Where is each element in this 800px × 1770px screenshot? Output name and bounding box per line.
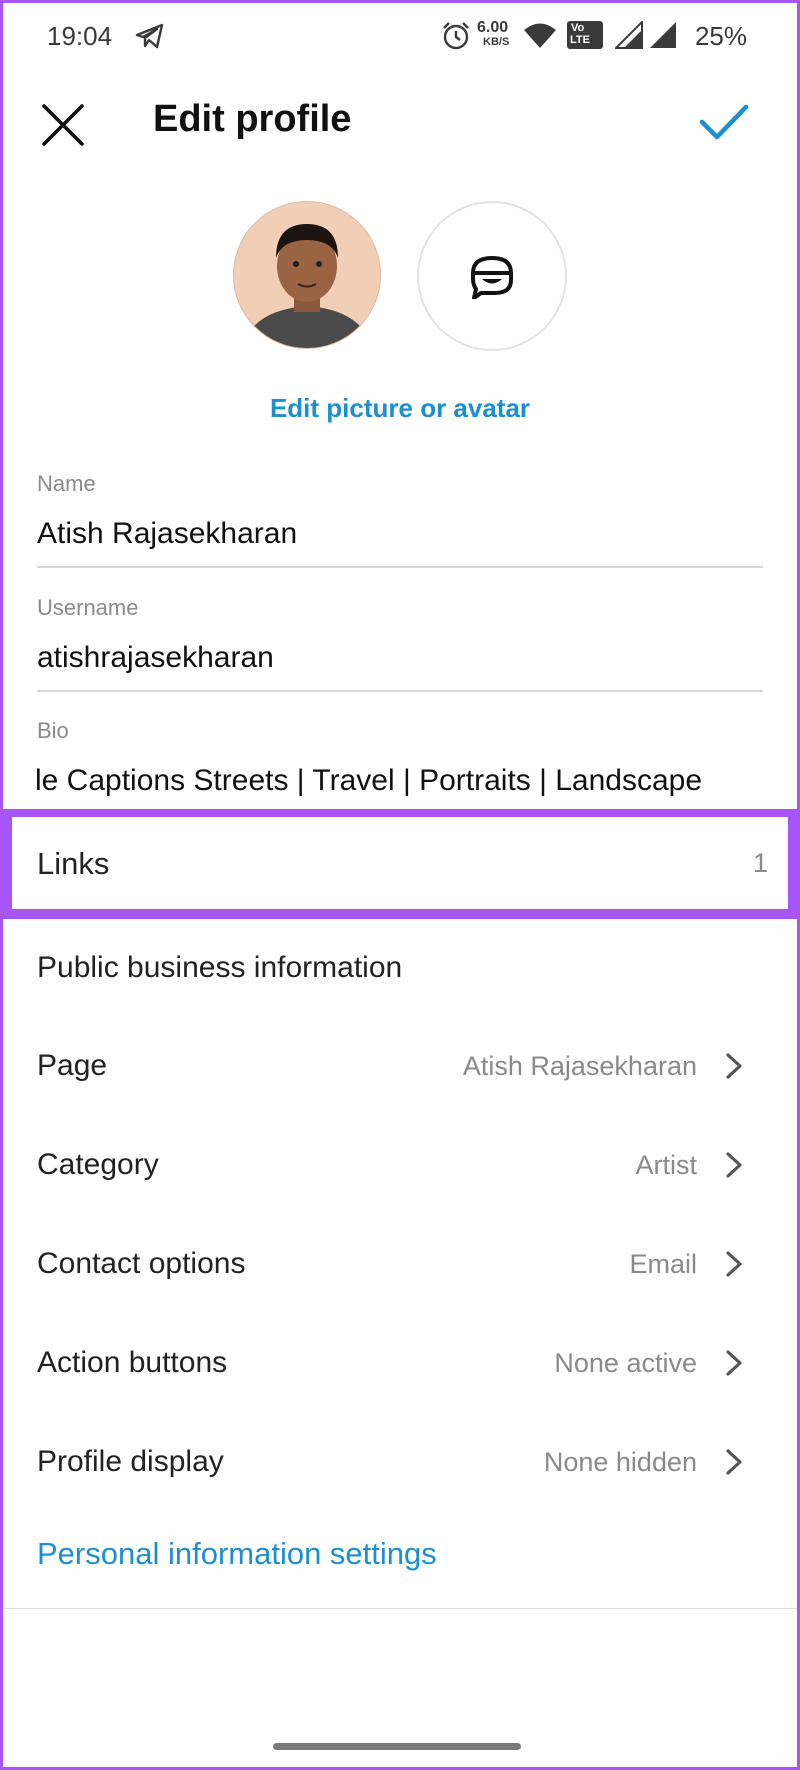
bio-label: Bio (37, 718, 69, 743)
business-row-action-buttons[interactable]: Action buttons None active (3, 1320, 797, 1410)
checkmark-icon[interactable] (699, 103, 749, 141)
status-time: 19:04 (47, 21, 113, 51)
bio-field[interactable]: le Captions Streets | Travel | Portraits… (35, 764, 765, 798)
net-speed-unit: KB/S (483, 36, 510, 48)
row-label: Page (37, 1049, 108, 1082)
signal-1-icon (615, 21, 643, 49)
chevron-right-icon (726, 1350, 742, 1376)
edit-profile-screen: 19:04 6.00 KB/S Vo LTE 25% Edit profile (3, 3, 797, 1767)
chevron-right-icon (726, 1251, 742, 1277)
alarm-icon (443, 22, 469, 50)
divider (3, 1608, 797, 1609)
row-label: Category (37, 1148, 159, 1181)
home-indicator[interactable] (273, 1743, 521, 1750)
wifi-icon (524, 23, 556, 48)
row-label: Contact options (37, 1247, 246, 1280)
username-divider (37, 690, 763, 692)
business-row-profile-display[interactable]: Profile display None hidden (3, 1419, 797, 1509)
chevron-right-icon (726, 1053, 742, 1079)
row-value: None hidden (543, 1447, 697, 1477)
links-count: 1 (752, 848, 768, 878)
row-label: Action buttons (37, 1346, 228, 1379)
profile-photo-image (234, 202, 380, 348)
volte-icon: Vo LTE (567, 21, 603, 49)
page-title: Edit profile (153, 98, 352, 140)
row-value: None active (554, 1348, 697, 1378)
row-value: Artist (635, 1150, 697, 1180)
business-heading: Public business information (37, 951, 403, 984)
username-field[interactable]: atishrajasekharan (37, 641, 274, 675)
row-value: Email (629, 1249, 697, 1279)
chevron-right-icon (726, 1449, 742, 1475)
net-speed-value: 6.00 (477, 19, 509, 36)
name-field[interactable]: Atish Rajasekharan (37, 517, 297, 551)
business-row-contact[interactable]: Contact options Email (3, 1221, 797, 1311)
name-label: Name (37, 471, 96, 496)
personal-information-settings-link[interactable]: Personal information settings (37, 1536, 437, 1572)
telegram-icon (135, 23, 164, 49)
links-label: Links (37, 846, 110, 881)
battery-percent: 25% (694, 21, 747, 51)
links-row[interactable]: Links 1 (12, 817, 788, 909)
links-highlight: Links 1 (3, 809, 797, 919)
signal-2-icon (650, 22, 676, 48)
row-value: Atish Rajasekharan (462, 1051, 697, 1081)
chevron-right-icon (726, 1152, 742, 1178)
username-label: Username (37, 595, 139, 620)
avatar-face-icon (471, 256, 513, 299)
business-row-category[interactable]: Category Artist (3, 1122, 797, 1212)
status-bar: 19:04 6.00 KB/S Vo LTE 25% (3, 3, 797, 65)
profile-photo[interactable] (233, 201, 381, 349)
business-row-page[interactable]: Page Atish Rajasekharan (3, 1023, 797, 1113)
close-icon[interactable] (41, 103, 85, 147)
edit-picture-link[interactable]: Edit picture or avatar (3, 393, 797, 424)
avatar-option[interactable] (417, 201, 567, 351)
name-divider (37, 566, 763, 568)
row-label: Profile display (37, 1445, 224, 1478)
